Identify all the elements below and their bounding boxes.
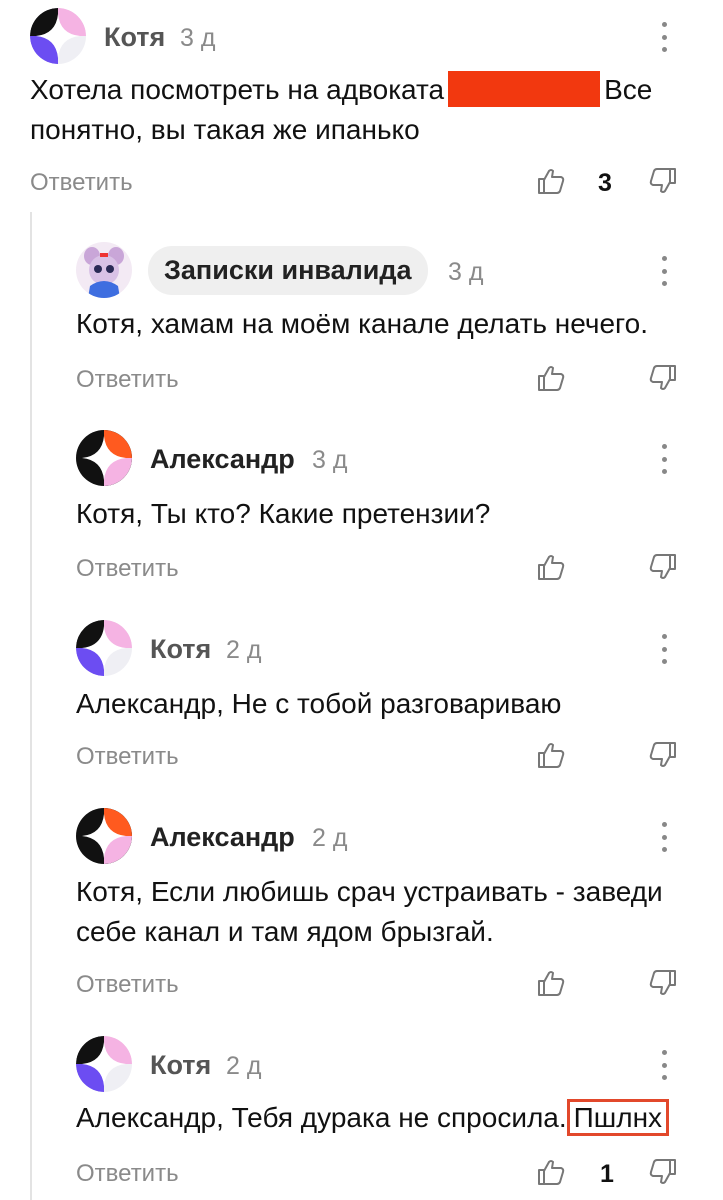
reply-button[interactable]: Ответить [76,366,179,394]
likes-count: 1 [600,1160,614,1188]
avatar[interactable] [76,620,132,676]
comment-time: 3 д [180,24,216,52]
avatar[interactable] [76,1036,132,1092]
comment-text: Хотела посмотреть на адвоката Все [30,70,652,110]
more-vertical-icon[interactable] [660,634,668,664]
more-vertical-icon[interactable] [660,822,668,852]
reply-button[interactable]: Ответить [76,743,179,771]
author-name[interactable]: Котя [150,1050,211,1081]
thumbs-up-icon[interactable] [536,363,566,393]
thread-line [30,212,32,1200]
thumbs-down-icon[interactable] [648,363,678,393]
more-vertical-icon[interactable] [660,22,668,52]
comment-time: 2 д [226,636,262,664]
thumbs-down-icon[interactable] [648,1157,678,1187]
thumbs-up-icon[interactable] [536,166,566,196]
avatar[interactable] [76,808,132,864]
author-name[interactable]: Котя [150,634,211,665]
author-name[interactable]: Александр [150,444,295,475]
more-vertical-icon[interactable] [660,256,668,286]
redaction-block [448,71,601,107]
thumbs-up-icon[interactable] [536,740,566,770]
comment-text-line2: понятно, вы такая же ипанько [30,114,420,145]
comment-time: 2 д [226,1052,262,1080]
reply-button[interactable]: Ответить [30,169,133,197]
reply-button[interactable]: Ответить [76,1160,179,1188]
comment-text: Котя, Ты кто? Какие претензии? [76,498,491,529]
thumbs-down-icon[interactable] [648,740,678,770]
avatar[interactable] [76,430,132,486]
thumbs-down-icon[interactable] [648,552,678,582]
avatar[interactable] [30,8,86,64]
comment-text-line2: себе канал и там ядом брызгай. [76,916,494,947]
avatar[interactable] [76,242,132,298]
thumbs-up-icon[interactable] [536,1157,566,1187]
likes-count: 3 [598,169,612,197]
comment-text-line-end: Все [604,74,653,105]
comment-text: Александр, Не с тобой разговариваю [76,688,562,719]
thumbs-up-icon[interactable] [536,552,566,582]
thumbs-down-icon[interactable] [648,968,678,998]
thumbs-down-icon[interactable] [648,166,678,196]
more-vertical-icon[interactable] [660,1050,668,1080]
comment-text: Котя, хамам на моём канале делать нечего… [76,308,649,339]
highlighted-word: Пшлнх [566,1099,670,1136]
reply-button[interactable]: Ответить [76,555,179,583]
comment-time: 2 д [312,824,348,852]
comment-time: 3 д [448,258,484,286]
comment-text: Котя, Если любишь срач устраивать - заве… [76,876,663,907]
comment-text-line: Александр, Тебя дурака не спросила. [76,1102,567,1133]
author-name[interactable]: Котя [104,22,165,53]
thumbs-up-icon[interactable] [536,968,566,998]
comment-text: Александр, Тебя дурака не спросила. Пшлнх [76,1098,670,1138]
reply-button[interactable]: Ответить [76,971,179,999]
comment-time: 3 д [312,446,348,474]
more-vertical-icon[interactable] [660,444,668,474]
comment-text-line: Хотела посмотреть на адвоката [30,74,445,105]
author-name[interactable]: Александр [150,822,295,853]
author-name[interactable]: Записки инвалида [148,246,428,295]
